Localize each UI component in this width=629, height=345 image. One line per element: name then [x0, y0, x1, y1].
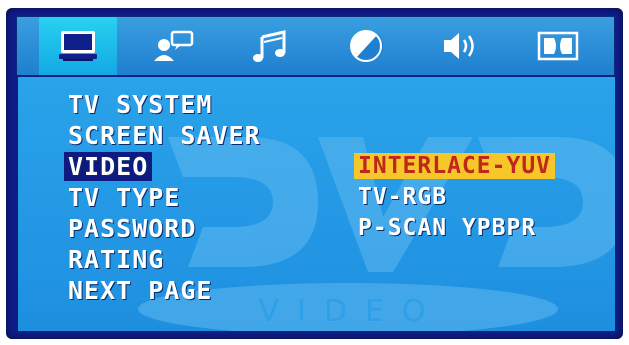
- menu-item-video[interactable]: VIDEO: [64, 151, 261, 182]
- option-interlace-yuv[interactable]: INTERLACE-YUV: [354, 151, 556, 182]
- menu-item-rating[interactable]: RATING: [68, 244, 261, 275]
- half-disc-icon: [350, 30, 384, 63]
- tab-video-setup[interactable]: [327, 17, 405, 75]
- menu-item-password[interactable]: PASSWORD: [68, 213, 261, 244]
- tab-general-setup[interactable]: [39, 17, 117, 75]
- speaker-icon: [444, 33, 474, 59]
- option-tv-rgb[interactable]: TV-RGB: [358, 182, 555, 213]
- monitor-icon: [59, 31, 97, 61]
- option-p-scan-ypbpr[interactable]: P-SCAN YPBPR: [358, 213, 555, 244]
- video-setup-panel: VIDEO TV SYSTEM SCREEN SAVER VIDEO TV TY…: [16, 75, 617, 333]
- menu-item-screen-saver[interactable]: SCREEN SAVER: [68, 120, 261, 151]
- setup-tab-bar: [16, 16, 615, 76]
- dvd-setup-screen: VIDEO TV SYSTEM SCREEN SAVER VIDEO TV TY…: [6, 8, 623, 339]
- tab-speaker-setup[interactable]: [423, 17, 501, 75]
- tab-language-setup[interactable]: [135, 17, 213, 75]
- menu-item-tv-type[interactable]: TV TYPE: [68, 182, 261, 213]
- watermark-video-text: VIDEO: [258, 294, 443, 329]
- menu-item-next-page[interactable]: NEXT PAGE: [68, 275, 261, 306]
- tab-dolby-setup[interactable]: [519, 17, 597, 75]
- video-options-list: INTERLACE-YUV TV-RGB P-SCAN YPBPR: [354, 151, 556, 244]
- setup-menu-list: TV SYSTEM SCREEN SAVER VIDEO TV TYPE PAS…: [64, 89, 261, 306]
- tab-audio-setup[interactable]: [231, 17, 309, 75]
- menu-item-tv-system[interactable]: TV SYSTEM: [68, 89, 261, 120]
- music-note-icon: [253, 30, 286, 62]
- dolby-icon: [537, 31, 579, 61]
- person-speech-icon: [154, 30, 194, 61]
